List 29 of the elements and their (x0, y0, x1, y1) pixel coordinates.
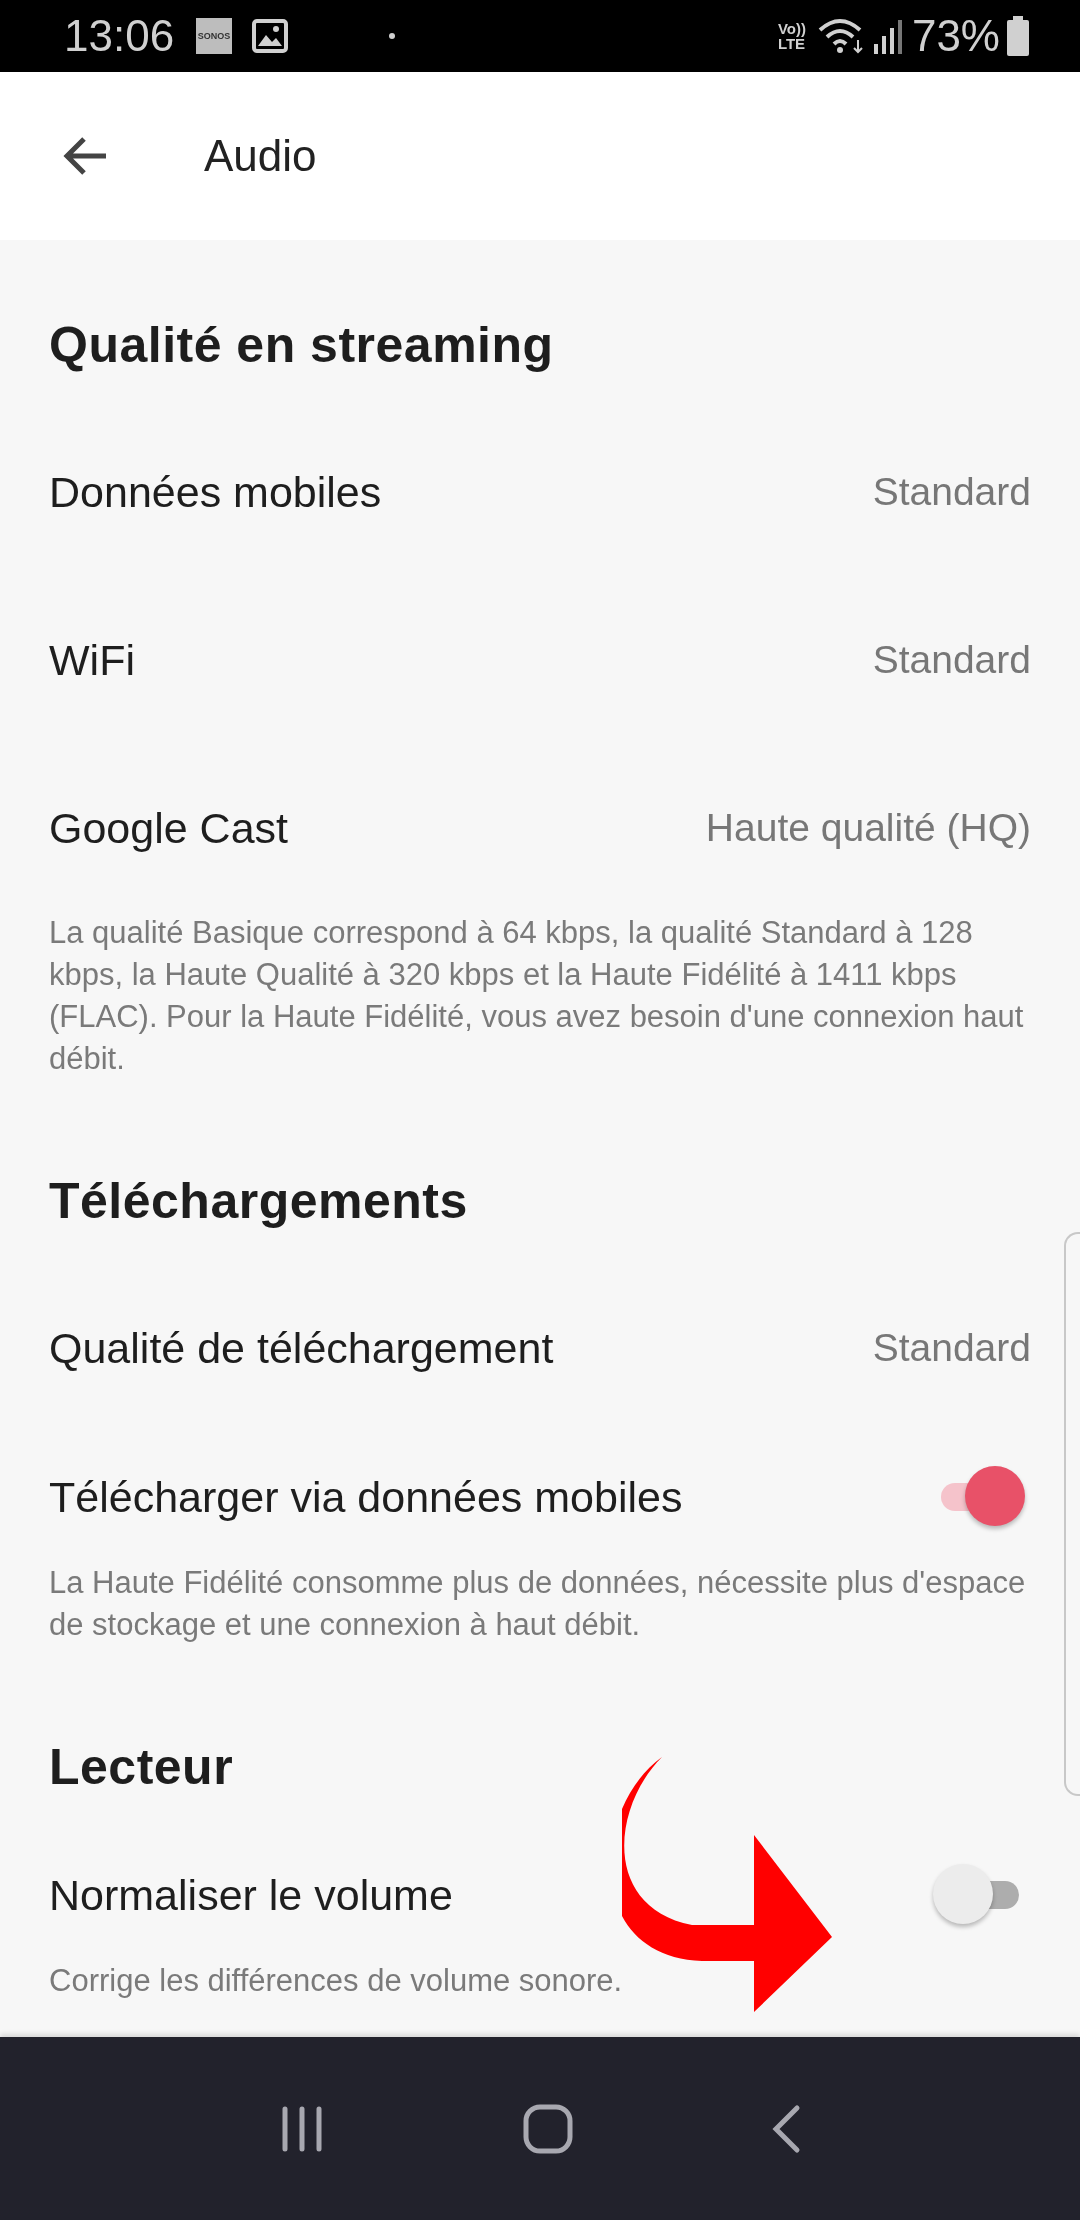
help-text: Corrige les différences de volume sonore. (49, 1962, 624, 2000)
home-button[interactable] (523, 2103, 573, 2154)
clock: 13:06 (64, 11, 175, 61)
battery-percent: 73% (911, 11, 1000, 61)
setting-value[interactable]: Haute qualité (HQ) (705, 806, 1031, 850)
curved-arrow-icon (622, 1757, 832, 2012)
back-button[interactable] (771, 2103, 801, 2154)
setting-label[interactable]: Données mobiles (49, 467, 382, 517)
section-heading: Qualité en streaming (49, 316, 555, 375)
section-heading: Lecteur (49, 1738, 235, 1797)
setting-value[interactable]: Standard (872, 638, 1031, 682)
battery-icon (1006, 16, 1030, 56)
section-heading: Téléchargements (49, 1172, 469, 1231)
wifi-icon (817, 18, 866, 54)
setting-value[interactable]: Standard (872, 1326, 1031, 1370)
setting-label[interactable]: Google Cast (49, 803, 289, 853)
setting-label[interactable]: WiFi (49, 635, 135, 685)
image-icon (252, 19, 289, 53)
network-label: LTE (777, 36, 806, 51)
volte-label: Vo)) (777, 21, 806, 36)
setting-label[interactable]: Télécharger via données mobiles (49, 1472, 683, 1522)
help-text: La Haute Fidélité consomme plus de données, nécessite plus d'espace de stockage et une connexion à haut débit. (49, 1564, 1027, 1644)
dot-icon (388, 32, 397, 40)
setting-value[interactable]: Standard (872, 470, 1031, 514)
setting-label[interactable]: Normaliser le volume (49, 1870, 453, 1920)
notification-app-icon: SONOS (196, 18, 233, 54)
help-text: La qualité Basique correspond à 64 kbps, la qualité Standard à 128 kbps, la Haute Qualité à 320 kbps et la Haute Fidélité à 1411 kbps (FLAC). Pour la Haute Fidélité, vous avez besoin d'une connexion haut débit. (49, 914, 1025, 1078)
screen-title: Audio (204, 131, 317, 181)
setting-label[interactable]: Qualité de téléchargement (49, 1323, 554, 1373)
